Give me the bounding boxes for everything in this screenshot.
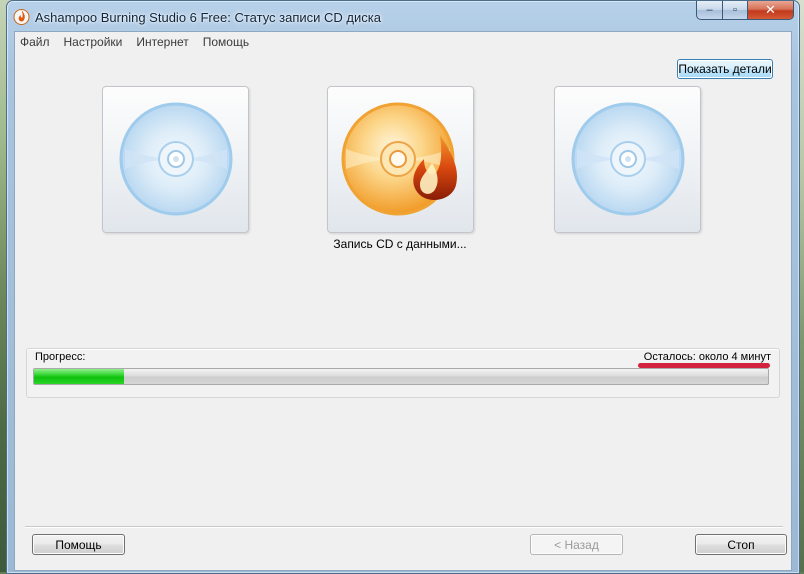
menu-settings[interactable]: Настройки: [57, 32, 130, 53]
client-area: Файл Настройки Интернет Помощь Показать …: [14, 31, 792, 571]
window-title: Ashampoo Burning Studio 6 Free: Статус з…: [35, 10, 381, 25]
help-button[interactable]: Помощь: [32, 534, 125, 555]
close-button[interactable]: ✕: [748, 1, 794, 20]
stop-button[interactable]: Стоп: [695, 534, 787, 555]
window-controls: – ▫ ✕: [696, 1, 794, 21]
step-tile-burning: [327, 86, 474, 233]
minimize-button[interactable]: –: [696, 1, 723, 20]
cd-disc-icon: [571, 102, 685, 216]
current-step-caption: Запись CD с данными...: [333, 237, 467, 251]
back-button[interactable]: < Назад: [530, 534, 623, 555]
footer-separator: [25, 526, 783, 528]
progress-label: Прогресс:: [35, 351, 86, 363]
maximize-button[interactable]: ▫: [723, 1, 748, 20]
cd-burning-icon: [341, 102, 458, 216]
flame-app-icon: [13, 9, 30, 25]
progress-bar: [33, 368, 769, 385]
menu-help[interactable]: Помощь: [196, 32, 256, 53]
menu-internet[interactable]: Интернет: [129, 32, 195, 53]
menu-bar: Файл Настройки Интернет Помощь: [15, 32, 791, 53]
menu-file[interactable]: Файл: [15, 32, 57, 53]
step-tile-prepare: [102, 86, 249, 233]
cd-disc-icon: [119, 102, 233, 216]
show-details-button[interactable]: Показать детали: [677, 59, 773, 79]
step-tile-finish: [554, 86, 701, 233]
progress-bar-fill: [34, 369, 125, 384]
time-remaining-label: Осталось: около 4 минут: [643, 351, 771, 363]
title-bar[interactable]: Ashampoo Burning Studio 6 Free: Статус з…: [7, 1, 799, 31]
app-window: Ashampoo Burning Studio 6 Free: Статус з…: [6, 0, 800, 574]
progress-panel: Прогресс: Осталось: около 4 минут: [26, 348, 780, 398]
